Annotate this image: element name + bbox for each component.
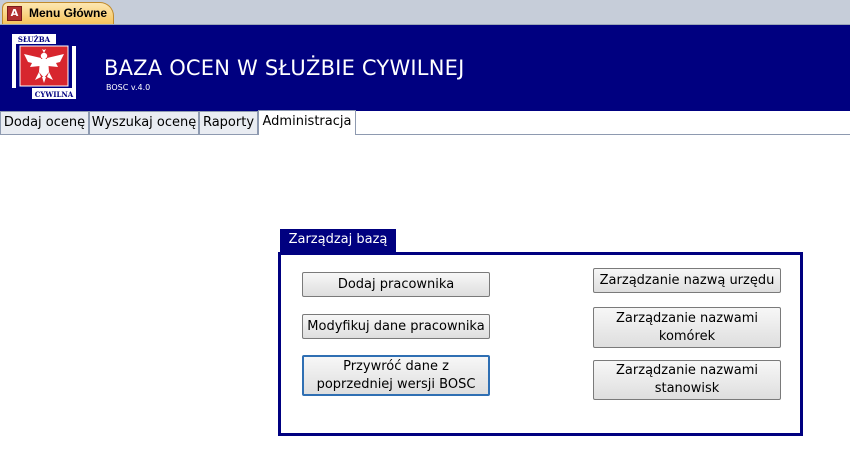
logo-bottom-text: CYWILNA <box>35 90 74 99</box>
restore-previous-version-button[interactable]: Przywróć dane z poprzedniej wersji BOSC <box>302 355 490 396</box>
logo-top-text: SŁUŻBA <box>18 35 51 44</box>
manage-office-name-button[interactable]: Zarządzanie nazwą urzędu <box>593 268 781 293</box>
modify-employee-button[interactable]: Modyfikuj dane pracownika <box>302 314 490 339</box>
access-app-icon: A <box>7 6 22 21</box>
civil-service-eagle-logo: SŁUŻBA CYWILNA <box>10 32 78 101</box>
app-version: BOSC v.4.0 <box>106 83 151 92</box>
document-tab-menu-glowne[interactable]: A Menu Główne <box>2 2 114 24</box>
group-title: Zarządzaj bazą <box>280 229 396 252</box>
tabs-divider <box>0 134 850 135</box>
tab-administracja[interactable]: Administracja <box>258 110 356 135</box>
tab-wyszukaj-ocene[interactable]: Wyszukaj ocenę <box>89 111 199 134</box>
tab-dodaj-ocene[interactable]: Dodaj ocenę <box>0 111 89 134</box>
tab-raporty[interactable]: Raporty <box>199 111 258 134</box>
add-employee-button[interactable]: Dodaj pracownika <box>302 272 490 297</box>
manage-unit-names-button[interactable]: Zarządzanie nazwami komórek <box>593 307 781 348</box>
main-tabs: Dodaj ocenę Wyszukaj ocenę Raporty Admin… <box>0 110 850 135</box>
app-title: BAZA OCEN W SŁUŻBIE CYWILNEJ <box>104 56 465 80</box>
manage-position-names-button[interactable]: Zarządzanie nazwami stanowisk <box>593 360 781 400</box>
app-header: SŁUŻBA CYWILNA BAZA OCEN W SŁUŻBIE CYWIL… <box>0 25 850 111</box>
document-tab-strip: A Menu Główne <box>0 0 850 25</box>
document-tab-label: Menu Główne <box>29 6 107 20</box>
